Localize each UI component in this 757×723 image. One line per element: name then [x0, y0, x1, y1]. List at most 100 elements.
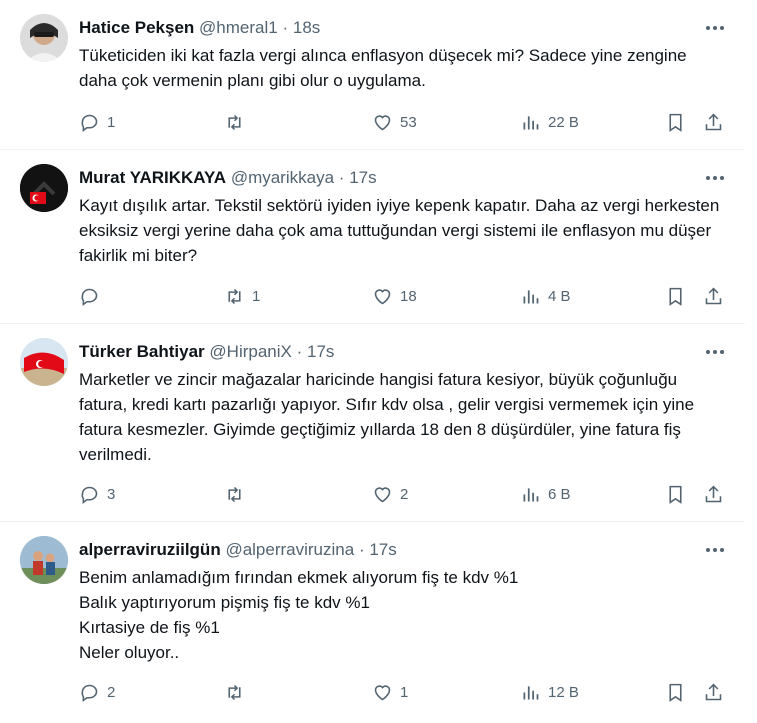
views-icon	[523, 487, 539, 501]
share-button[interactable]	[703, 284, 724, 308]
views-icon	[523, 115, 539, 129]
reply-button[interactable]: 1	[79, 110, 115, 134]
tweet-header: Murat YARIKKAYA @myarikkaya · 17s	[79, 167, 377, 189]
bookmark-button[interactable]	[665, 680, 686, 704]
action-bar: 1 53 22 B	[79, 110, 739, 134]
separator-dot: ·	[358, 540, 365, 559]
author-name[interactable]: alperraviruziilgün	[79, 540, 221, 559]
retweet-icon	[228, 486, 241, 502]
action-bar: 3 2 6 B	[79, 482, 739, 506]
reply-icon	[81, 684, 98, 702]
author-name[interactable]: Murat YARIKKAYA	[79, 168, 226, 187]
bookmark-icon	[669, 287, 682, 306]
like-button[interactable]: 18	[372, 284, 417, 308]
views-button[interactable]: 4 B	[520, 284, 571, 308]
like-count: 2	[400, 485, 409, 503]
views-icon	[523, 685, 539, 699]
like-button[interactable]: 53	[372, 110, 417, 134]
tweet-text: Tüketiciden iki kat fazla vergi alınca e…	[79, 46, 687, 90]
tweet-text: Benim anlamadığım fırından ekmek alıyoru…	[79, 568, 519, 662]
tweet-header: Türker Bahtiyar @HirpaniX · 17s	[79, 341, 334, 363]
like-count: 53	[400, 113, 417, 131]
like-icon	[374, 288, 391, 304]
share-button[interactable]	[703, 680, 724, 704]
like-icon	[374, 114, 391, 130]
retweet-icon	[228, 114, 241, 130]
like-button[interactable]: 2	[372, 482, 408, 506]
reply-button[interactable]: 3	[79, 482, 115, 506]
timestamp[interactable]: 18s	[293, 18, 320, 37]
reply-icon	[81, 486, 98, 504]
author-handle[interactable]: @hmeral1	[199, 18, 278, 37]
retweet-icon	[228, 684, 241, 700]
share-button[interactable]	[703, 482, 724, 506]
share-icon	[705, 683, 722, 700]
avatar[interactable]	[20, 338, 68, 386]
reply-button[interactable]	[79, 284, 107, 308]
bookmark-icon	[669, 683, 682, 702]
retweet-button[interactable]	[224, 482, 252, 506]
retweet-icon	[228, 288, 241, 304]
tweet-text: Marketler ve zincir mağazalar haricinde …	[79, 370, 695, 464]
bookmark-button[interactable]	[665, 110, 686, 134]
tweet-header: Hatice Pekşen @hmeral1 · 18s	[79, 17, 320, 39]
more-icon[interactable]	[703, 538, 727, 562]
retweet-button[interactable]: 1	[224, 284, 260, 308]
reply-icon	[81, 114, 98, 132]
view-count: 4 B	[548, 287, 571, 305]
tweet[interactable]: Murat YARIKKAYA @myarikkaya · 17s Kayıt …	[0, 150, 745, 324]
bookmark-button[interactable]	[665, 284, 686, 308]
views-button[interactable]: 12 B	[520, 680, 579, 704]
more-icon[interactable]	[703, 16, 727, 40]
view-count: 22 B	[548, 113, 579, 131]
more-icon[interactable]	[703, 340, 727, 364]
tweet[interactable]: Hatice Pekşen @hmeral1 · 18s Tüketiciden…	[0, 0, 745, 150]
avatar[interactable]	[20, 14, 68, 62]
share-icon	[705, 113, 722, 130]
like-count: 1	[400, 683, 409, 701]
like-count: 18	[400, 287, 417, 305]
author-handle[interactable]: @alperraviruzina	[225, 540, 354, 559]
reply-icon	[81, 288, 98, 306]
bookmark-icon	[669, 113, 682, 132]
reply-button[interactable]: 2	[79, 680, 115, 704]
view-count: 12 B	[548, 683, 579, 701]
author-name[interactable]: Türker Bahtiyar	[79, 342, 205, 361]
author-handle[interactable]: @myarikkaya	[231, 168, 334, 187]
views-button[interactable]: 6 B	[520, 482, 571, 506]
tweet-header: alperraviruziilgün @alperraviruzina · 17…	[79, 539, 397, 561]
bookmark-icon	[669, 485, 682, 504]
timestamp[interactable]: 17s	[349, 168, 376, 187]
retweet-button[interactable]	[224, 110, 252, 134]
tweet-text: Kayıt dışılık artar. Tekstil sektörü iyi…	[79, 196, 720, 265]
author-name[interactable]: Hatice Pekşen	[79, 18, 194, 37]
tweet[interactable]: alperraviruziilgün @alperraviruzina · 17…	[0, 522, 745, 723]
timestamp[interactable]: 17s	[307, 342, 334, 361]
avatar[interactable]	[20, 164, 68, 212]
author-handle[interactable]: @HirpaniX	[209, 342, 291, 361]
action-bar: 1 18 4 B	[79, 284, 739, 308]
view-count: 6 B	[548, 485, 571, 503]
like-icon	[374, 486, 391, 502]
like-icon	[374, 684, 391, 700]
avatar[interactable]	[20, 536, 68, 584]
share-icon	[705, 287, 722, 304]
retweet-count: 1	[252, 287, 261, 305]
action-bar: 2 1 12 B	[79, 680, 739, 704]
reply-count: 1	[107, 113, 116, 131]
retweet-button[interactable]	[224, 680, 252, 704]
separator-dot: ·	[282, 18, 289, 37]
views-icon	[523, 289, 539, 303]
more-icon[interactable]	[703, 166, 727, 190]
bookmark-button[interactable]	[665, 482, 686, 506]
timestamp[interactable]: 17s	[369, 540, 396, 559]
separator-dot: ·	[338, 168, 345, 187]
views-button[interactable]: 22 B	[520, 110, 579, 134]
share-button[interactable]	[703, 110, 724, 134]
tweet[interactable]: Türker Bahtiyar @HirpaniX · 17s Marketle…	[0, 324, 745, 522]
reply-count: 3	[107, 485, 116, 503]
separator-dot: ·	[296, 342, 303, 361]
share-icon	[705, 485, 722, 502]
reply-count: 2	[107, 683, 116, 701]
like-button[interactable]: 1	[372, 680, 408, 704]
